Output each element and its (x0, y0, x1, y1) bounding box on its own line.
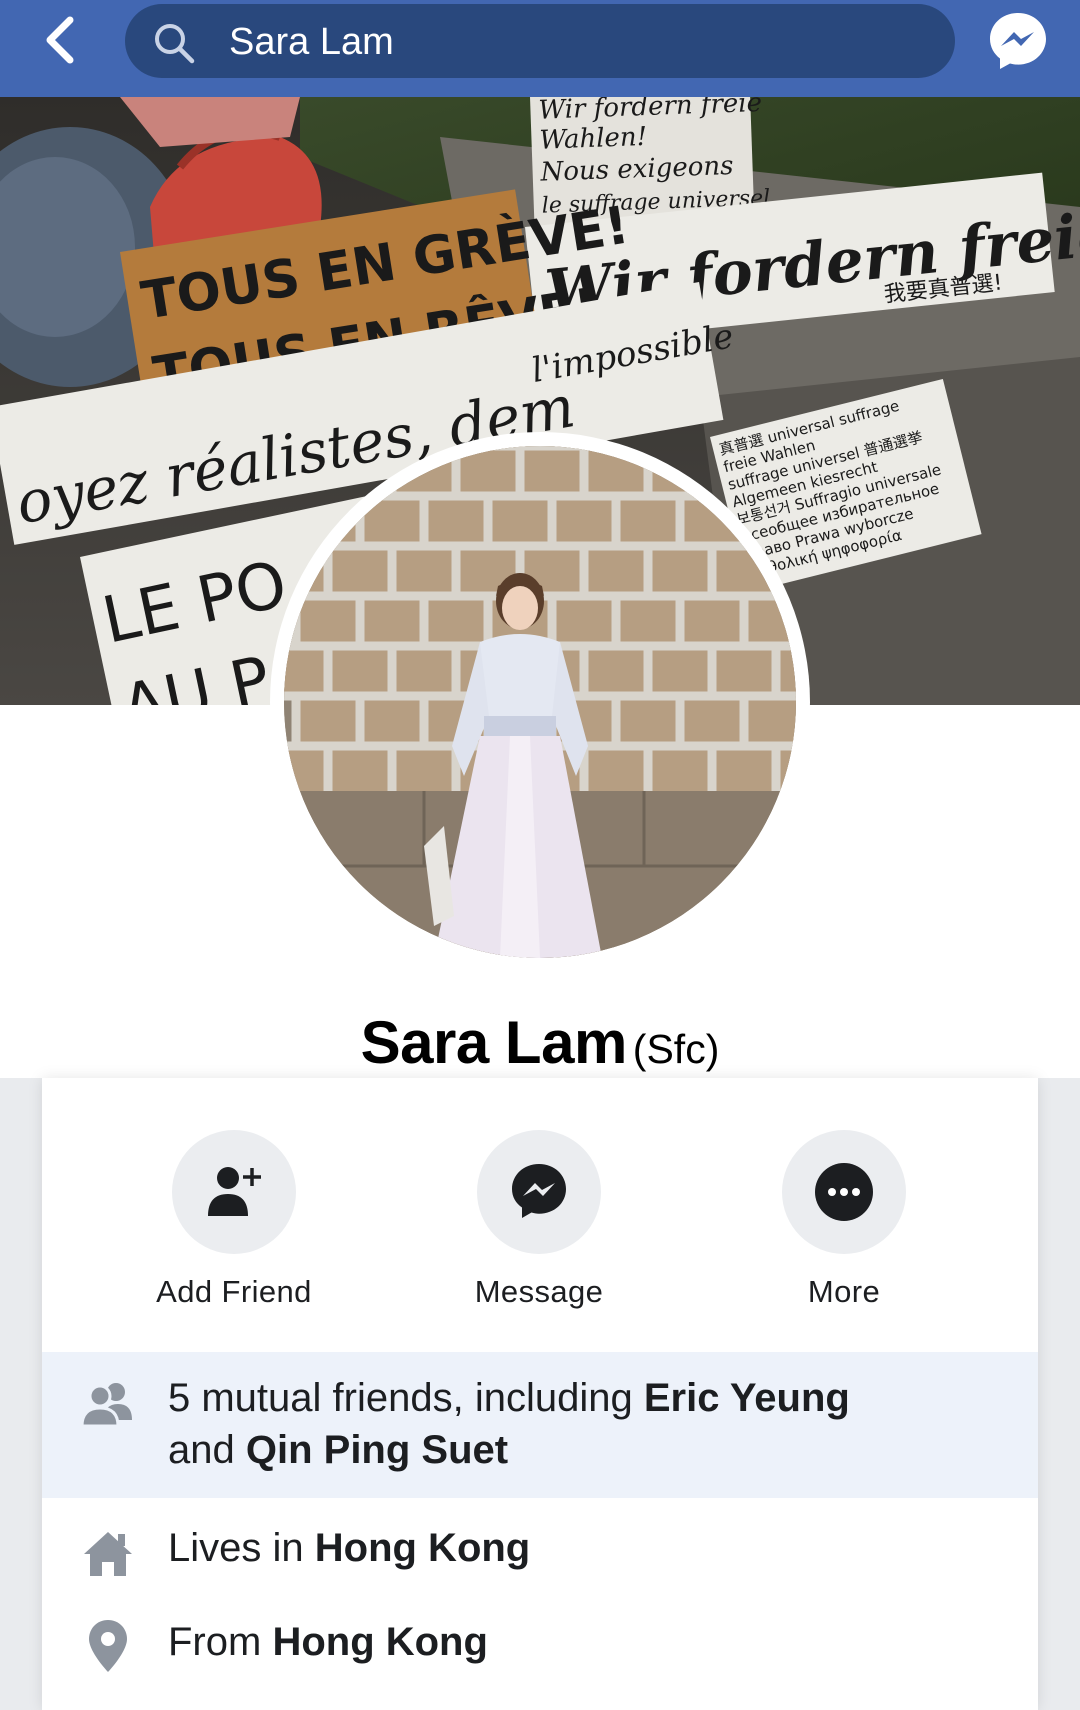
more-button[interactable]: More (714, 1130, 974, 1310)
profile-name: Sara Lam (Sfc) (0, 1008, 1080, 1077)
messenger-icon[interactable] (986, 9, 1050, 73)
profile-card: Add Friend Message More 5 mutual friends… (42, 1078, 1038, 1710)
hometown-prefix: From (168, 1620, 273, 1664)
message-label: Message (474, 1274, 604, 1309)
more-button-circle[interactable] (782, 1130, 906, 1254)
add-friend-label: Add Friend (156, 1274, 312, 1309)
message-button-circle[interactable] (477, 1130, 601, 1254)
mutual-friend-link[interactable]: Eric Yeung (644, 1376, 850, 1420)
mutual-friends-prefix: 5 mutual friends, including (168, 1376, 644, 1420)
search-bar[interactable]: Sara Lam (125, 4, 955, 78)
lives-in-prefix: Lives in (168, 1526, 315, 1570)
lives-in-row: Lives in Hong Kong (42, 1518, 1038, 1588)
add-friend-button-circle[interactable] (172, 1130, 296, 1254)
more-label: More (807, 1274, 881, 1309)
home-icon (80, 1524, 136, 1580)
mutual-friends-joiner: and (168, 1428, 246, 1472)
add-friend-button[interactable]: Add Friend (104, 1130, 364, 1310)
friends-icon (80, 1378, 136, 1434)
lives-in-text: Lives in Hong Kong (168, 1522, 530, 1574)
profile-name-main: Sara Lam (360, 1009, 628, 1076)
profile-picture[interactable] (284, 446, 796, 958)
more-icon (815, 1163, 873, 1221)
mutual-friends-text: 5 mutual friends, including Eric Yeung a… (168, 1372, 850, 1476)
cover-sign-text: Wahlen! (539, 122, 648, 156)
search-icon (153, 22, 195, 64)
back-arrow-icon[interactable] (38, 16, 86, 64)
search-query: Sara Lam (229, 21, 394, 63)
hometown-text: From Hong Kong (168, 1616, 488, 1668)
messenger-icon (512, 1164, 566, 1218)
profile-alternate-name: (Sfc) (632, 1026, 720, 1072)
top-nav-bar: Sara Lam (0, 0, 1080, 97)
lives-in-place-link[interactable]: Hong Kong (315, 1526, 531, 1570)
hometown-row: From Hong Kong (42, 1612, 1038, 1682)
add-friend-icon (208, 1167, 261, 1216)
location-pin-icon (80, 1618, 136, 1674)
mutual-friend-link[interactable]: Qin Ping Suet (246, 1428, 508, 1472)
message-button[interactable]: Message (409, 1130, 669, 1310)
hometown-place-link[interactable]: Hong Kong (272, 1620, 488, 1664)
mutual-friends-row[interactable]: 5 mutual friends, including Eric Yeung a… (42, 1352, 1038, 1498)
